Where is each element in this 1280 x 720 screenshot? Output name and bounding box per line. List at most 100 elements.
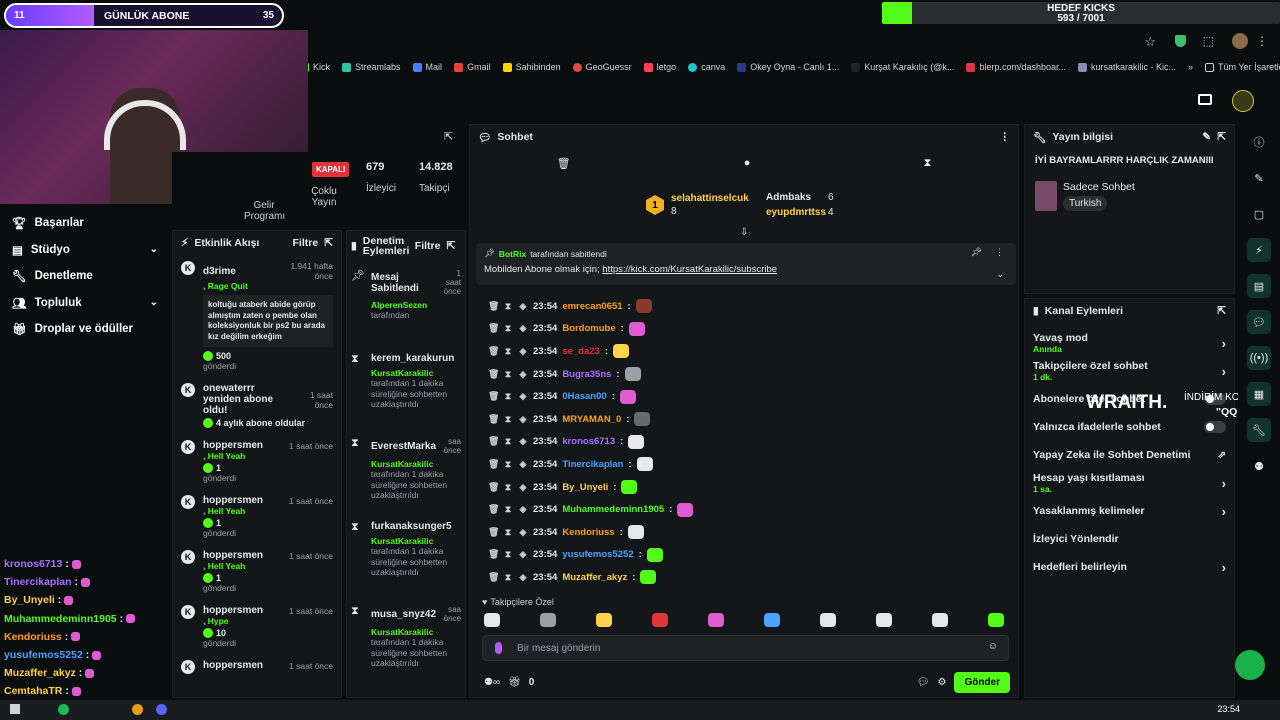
mic-icon[interactable] <box>495 642 502 654</box>
chat-user[interactable]: Muzaffer_akyz <box>562 572 627 583</box>
menu-icon[interactable]: ⋮ <box>1256 34 1268 48</box>
channel-action[interactable]: Takipçilere özel sohbet 1 dk. › <box>1025 357 1234 385</box>
chat-user[interactable]: Bordomube <box>562 323 615 334</box>
hourglass-icon[interactable]: ⧗ <box>503 459 513 470</box>
trash-icon[interactable]: 🗑︎ <box>488 572 499 583</box>
shield-icon[interactable] <box>1175 35 1186 47</box>
stream-category[interactable]: Sadece Sohbet <box>1063 181 1135 193</box>
popout-icon[interactable]: ⇱ <box>1217 131 1226 143</box>
trash-icon[interactable]: 🗑︎ <box>488 549 499 560</box>
nav-drops[interactable]: 🎁︎ Droplar ve ödüller <box>0 316 170 343</box>
more-bookmarks-icon[interactable]: » <box>1188 62 1193 72</box>
chat-message[interactable]: 🗑︎ ⧗ ◈ 23:54 emrecan0651: <box>470 295 1010 318</box>
popout-icon[interactable]: ⇱ <box>1217 305 1226 317</box>
activity-item[interactable]: Kd3rime 1.941 hafta önce , Rage Quit koltuğ… <box>173 255 341 377</box>
star-icon[interactable]: ☆ <box>1144 34 1156 50</box>
channel-action[interactable]: Yapay Zeka ile Sohbet Denetimi ⇗ <box>1025 441 1234 469</box>
activity-filter-button[interactable]: Filtre <box>293 237 319 249</box>
chat-user[interactable]: By_Unyeli <box>562 482 608 493</box>
chat-user[interactable]: 0Hasan00 <box>562 391 606 402</box>
hourglass-icon[interactable]: ⧗ <box>503 301 513 312</box>
nav-studio[interactable]: ▤ Stüdyo ⌄ <box>0 237 170 264</box>
avatar[interactable] <box>1232 33 1248 49</box>
hourglass-icon[interactable]: ⧗ <box>503 549 513 560</box>
chat-menu-icon[interactable]: ⋮ <box>1000 131 1011 143</box>
mod-action-item[interactable]: ⧗ furkanaksunger5 KursatKarakilic tarafında… <box>347 513 465 597</box>
emote-picker-item[interactable] <box>932 613 948 627</box>
popout-icon[interactable]: ⇱ <box>324 237 333 249</box>
bookmark-gmail[interactable]: Gmail <box>454 62 491 72</box>
clipboard-icon[interactable]: ▤ <box>1247 274 1271 298</box>
mod-action-item[interactable]: ⧗ kerem_karakurun KursatKarakilic tarafında… <box>347 345 465 429</box>
chat-user[interactable]: Kendoriuss <box>562 527 614 538</box>
chat-message[interactable]: 🗑︎ ⧗ ◈ 23:54 se_da23: <box>470 340 1010 363</box>
trash-icon[interactable]: 🗑︎ <box>488 414 499 425</box>
nav-achievements[interactable]: 🏆︎ Başarılar <box>0 210 170 237</box>
emote-picker-item[interactable] <box>988 613 1004 627</box>
bookmark-tiktok[interactable]: Kurşat Karakılıç (@k... <box>851 62 954 72</box>
emote-picker-item[interactable] <box>820 613 836 627</box>
pinned-link[interactable]: https://kick.com/KursatKarakilic/subscri… <box>602 264 777 275</box>
capture-icon[interactable]: ▢ <box>1247 202 1271 226</box>
chevron-down-icon[interactable]: ⌄ <box>996 269 1004 280</box>
bookmark-all[interactable]: Tüm Yer İşaretleri <box>1205 62 1280 72</box>
edit-icon[interactable]: ✎ <box>1202 131 1211 143</box>
share-icon[interactable]: ⚉ <box>1247 454 1271 478</box>
hourglass-icon[interactable]: ⧗ <box>503 323 513 334</box>
start-icon[interactable] <box>10 704 20 714</box>
chat-user[interactable]: MRYAMAN_0 <box>562 414 621 425</box>
trash-icon[interactable]: 🗑︎ <box>488 301 499 312</box>
emote-picker-item[interactable] <box>596 613 612 627</box>
mod-action-item[interactable]: ⧗ musa_snyz42 saa önce KursatKarakilic taraf… <box>347 597 465 681</box>
chat-message[interactable]: 🗑︎ ⧗ ◈ 23:54 0Hasan00: <box>470 385 1010 408</box>
bookmark-letgo[interactable]: letgo <box>643 62 676 72</box>
profile-avatar[interactable] <box>1232 90 1254 112</box>
spotify-icon[interactable] <box>58 704 69 715</box>
discord-icon[interactable] <box>156 704 167 715</box>
emoji-icon[interactable]: ☺ <box>988 641 998 652</box>
chat-icon[interactable]: 💬︎ <box>1247 310 1271 334</box>
trash-icon[interactable]: 🗑︎ <box>488 346 499 357</box>
chat-message[interactable]: 🗑︎ ⧗ ◈ 23:54 By_Unyeli: <box>470 476 1010 499</box>
trash-icon[interactable]: 🗑︎ <box>488 369 499 380</box>
chat-user[interactable]: Muhammedeminn1905 <box>562 504 664 515</box>
chrome-icon[interactable] <box>132 704 143 715</box>
chat-settings-icon[interactable]: 💬︎ <box>917 677 930 688</box>
send-button[interactable]: Gönder <box>954 671 1010 693</box>
hourglass-icon[interactable]: ⧗ <box>503 572 513 583</box>
scroll-down-icon[interactable]: ⇩ <box>740 227 748 238</box>
channel-action[interactable]: Yavaş mod Anında › <box>1025 329 1234 357</box>
chat-user[interactable]: Tinercikaplan <box>562 459 623 470</box>
hourglass-icon[interactable]: ⧗ <box>503 504 513 515</box>
channel-action[interactable]: İzleyici Yönlendir <box>1025 525 1234 553</box>
unpin-icon[interactable]: 📌︎ <box>971 247 982 258</box>
emote-picker-item[interactable] <box>652 613 668 627</box>
nav-moderation[interactable]: 🔧︎ Denetleme <box>0 263 170 290</box>
emote-picker-item[interactable] <box>764 613 780 627</box>
hourglass-icon[interactable]: ⧗ <box>503 414 513 425</box>
bookmark-canva[interactable]: canva <box>688 62 725 72</box>
trash-icon[interactable]: 🗑︎ <box>488 459 499 470</box>
bookmark-kick-channel[interactable]: kursatkarakilic - Kic... <box>1078 62 1176 72</box>
bookmark-blerp[interactable]: blerp.com/dashboar... <box>966 62 1066 72</box>
leader-1-name[interactable]: selahattinselcuk <box>671 193 749 204</box>
nav-community[interactable]: 👥︎ Topluluk ⌄ <box>0 290 170 317</box>
gear-icon[interactable]: ⚙ <box>937 677 946 688</box>
chat-input[interactable]: Bir mesaj gönderin ☺ <box>482 635 1009 661</box>
chat-message[interactable]: 🗑︎ ⧗ ◈ 23:54 Muhammedeminn1905: <box>470 498 1010 521</box>
lightning-icon[interactable]: ⚡︎ <box>1247 238 1271 262</box>
activity-item[interactable]: Khoppersmen 1 saat önce , Hell Yeah 1 gönder… <box>173 489 341 544</box>
trash-icon[interactable]: 🗑︎ <box>488 436 499 447</box>
info-icon[interactable]: ⓘ <box>1247 130 1271 154</box>
popout-stats-icon[interactable]: ⇱ <box>444 130 453 143</box>
chat-message[interactable]: 🗑︎ ⧗ ◈ 23:54 MRYAMAN_0: <box>470 408 1010 431</box>
emote-picker-item[interactable] <box>708 613 724 627</box>
hourglass-icon[interactable]: ⧗ <box>503 527 513 538</box>
hourglass-icon[interactable]: ⧗ <box>924 157 932 170</box>
toggle[interactable] <box>1204 421 1226 433</box>
hourglass-icon[interactable]: ⧗ <box>503 346 513 357</box>
channel-action[interactable]: Hedefleri belirleyin › <box>1025 553 1234 581</box>
leader-3-name[interactable]: eyupdmrttss <box>766 207 826 218</box>
activity-item[interactable]: Khoppersmen 1 saat önce , Hell Yeah 1 gönder… <box>173 544 341 599</box>
points-icon[interactable]: ⚉∞ <box>484 677 500 688</box>
